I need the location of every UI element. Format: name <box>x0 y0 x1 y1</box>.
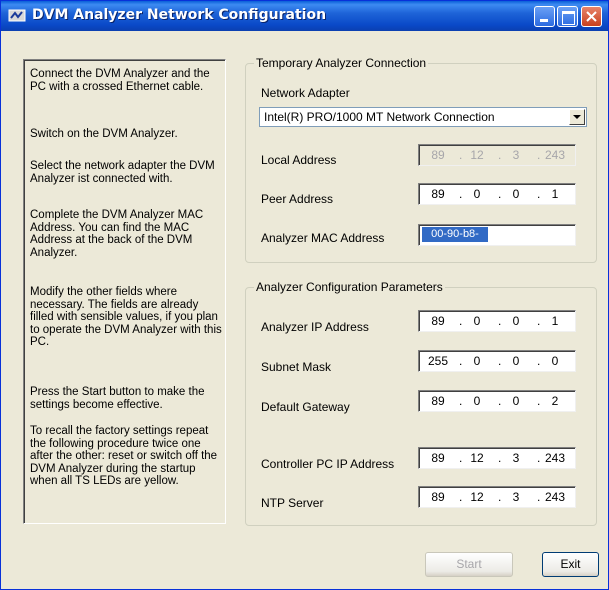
instruction-paragraph: Select the network adapter the DVM Analy… <box>30 160 215 185</box>
ip-octet[interactable]: 255 <box>423 354 453 368</box>
chevron-down-icon[interactable] <box>569 109 585 125</box>
local-address-field: 89. 12. 3. 243 <box>418 144 576 166</box>
local-address-label: Local Address <box>261 153 337 167</box>
ip-octet[interactable]: 89 <box>423 187 453 201</box>
instruction-paragraph: Complete the DVM Analyzer MAC Address. Y… <box>30 209 204 259</box>
controller-ip-field[interactable]: 89. 12. 3. 243 <box>418 447 576 469</box>
default-gateway-field[interactable]: 89. 0. 0. 2 <box>418 390 576 412</box>
network-adapter-value: Intel(R) PRO/1000 MT Network Connection <box>264 110 495 124</box>
peer-address-label: Peer Address <box>261 192 334 206</box>
ip-octet[interactable]: 0 <box>462 394 492 408</box>
ip-octet[interactable]: 89 <box>423 451 453 465</box>
mac-address-label: Analyzer MAC Address <box>261 231 385 245</box>
instruction-paragraph: Switch on the DVM Analyzer. <box>30 128 178 140</box>
ip-octet: 243 <box>544 148 566 162</box>
ip-octet[interactable]: 89 <box>423 314 453 328</box>
title-bar[interactable]: DVM Analyzer Network Configuration <box>1 1 608 31</box>
ip-octet[interactable]: 0 <box>501 187 531 201</box>
ip-octet[interactable]: 0 <box>501 314 531 328</box>
ip-octet[interactable]: 243 <box>540 490 570 504</box>
minimize-icon[interactable] <box>534 6 555 27</box>
ip-octet[interactable]: 3 <box>501 451 531 465</box>
analyzer-ip-field[interactable]: 89. 0. 0. 1 <box>418 310 576 332</box>
ip-octet[interactable]: 0 <box>462 187 492 201</box>
ip-octet: 3 <box>512 148 520 162</box>
mac-address-field[interactable]: 00-90-b8- <box>418 224 576 246</box>
instruction-paragraph: Press the Start button to make the setti… <box>30 386 205 411</box>
ip-octet[interactable]: 89 <box>423 490 453 504</box>
maximize-icon[interactable] <box>557 6 578 27</box>
instructions-panel: Connect the DVM Analyzer and the PC with… <box>23 59 226 524</box>
ip-octet[interactable]: 12 <box>462 451 492 465</box>
ntp-server-label: NTP Server <box>261 496 324 510</box>
group-legend: Temporary Analyzer Connection <box>254 56 429 70</box>
subnet-mask-label: Subnet Mask <box>261 360 332 374</box>
ip-octet[interactable]: 89 <box>423 394 453 408</box>
analyzer-ip-label: Analyzer IP Address <box>261 320 369 334</box>
ntp-server-field[interactable]: 89. 12. 3. 243 <box>418 486 576 508</box>
ip-octet[interactable]: 12 <box>462 490 492 504</box>
ip-octet[interactable]: 3 <box>501 490 531 504</box>
ip-octet: 12 <box>470 148 484 162</box>
ip-octet[interactable]: 0 <box>462 314 492 328</box>
exit-button[interactable]: Exit <box>542 552 599 577</box>
instruction-paragraph: To recall the factory settings repeat th… <box>30 425 218 487</box>
window-title: DVM Analyzer Network Configuration <box>32 7 327 23</box>
ip-octet[interactable]: 1 <box>540 314 570 328</box>
ip-octet[interactable]: 2 <box>540 394 570 408</box>
network-adapter-label: Network Adapter <box>261 86 350 100</box>
mac-address-value[interactable]: 00-90-b8- <box>422 227 488 242</box>
ip-octet: 89 <box>431 148 445 162</box>
default-gateway-label: Default Gateway <box>261 400 350 414</box>
controller-ip-label: Controller PC IP Address <box>261 457 395 471</box>
network-adapter-select[interactable]: Intel(R) PRO/1000 MT Network Connection <box>259 107 587 127</box>
start-button[interactable]: Start <box>425 552 513 577</box>
peer-address-field[interactable]: 89. 0. 0. 1 <box>418 183 576 205</box>
ip-octet[interactable]: 0 <box>501 394 531 408</box>
ip-octet[interactable]: 0 <box>501 354 531 368</box>
ip-octet[interactable]: 0 <box>540 354 570 368</box>
ip-octet[interactable]: 0 <box>462 354 492 368</box>
instruction-paragraph: Connect the DVM Analyzer and the PC with… <box>30 68 210 93</box>
ip-octet[interactable]: 243 <box>540 451 570 465</box>
instruction-paragraph: Modify the other fields where necessary.… <box>30 286 222 348</box>
ip-octet[interactable]: 1 <box>540 187 570 201</box>
subnet-mask-field[interactable]: 255. 0. 0. 0 <box>418 350 576 372</box>
close-icon[interactable] <box>581 6 602 27</box>
group-legend: Analyzer Configuration Parameters <box>254 280 445 294</box>
app-icon <box>8 8 26 23</box>
dialog-window: DVM Analyzer Network Configuration Conne… <box>0 0 609 590</box>
